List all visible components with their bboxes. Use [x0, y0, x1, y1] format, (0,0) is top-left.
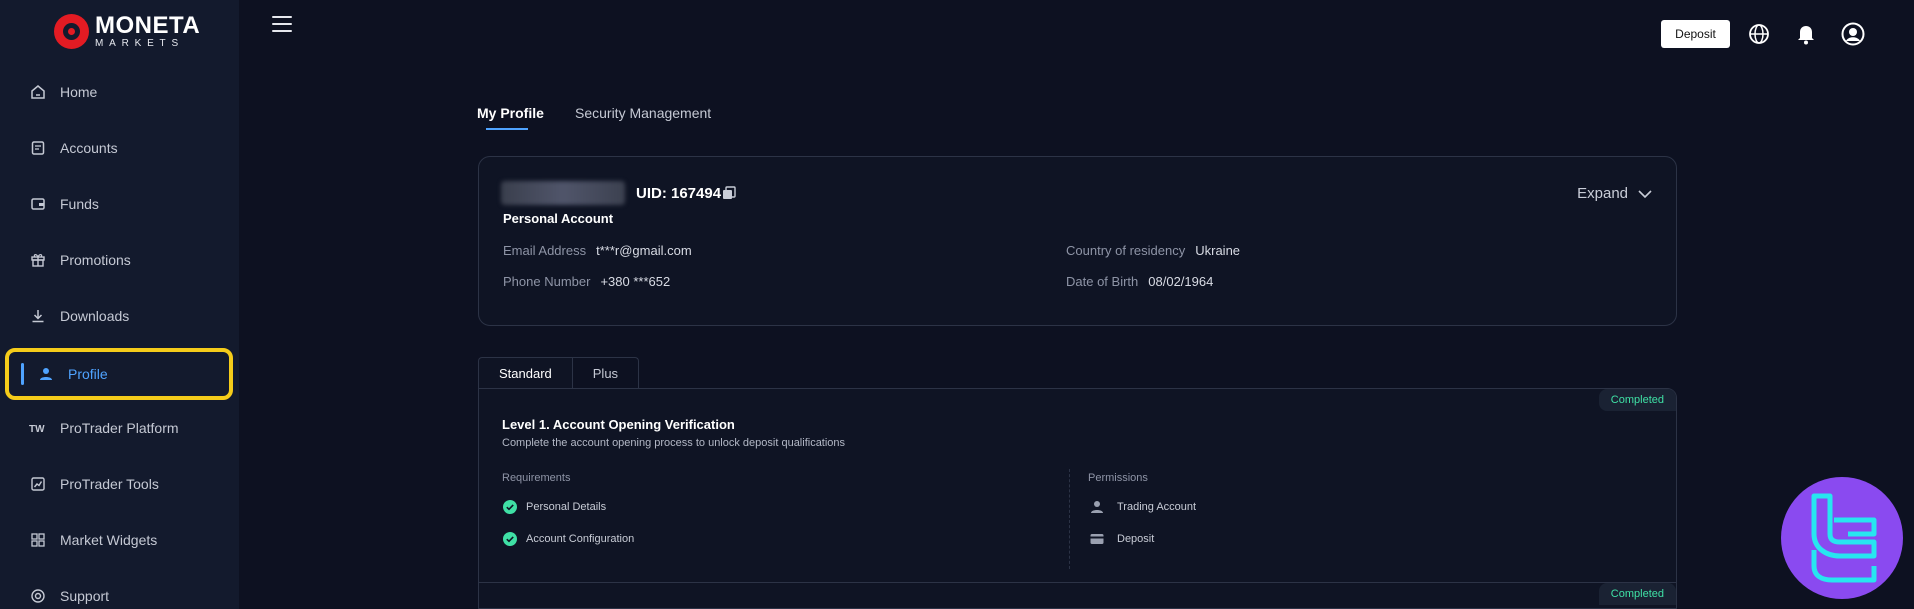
svg-text:TW: TW	[29, 424, 45, 435]
copy-icon[interactable]	[722, 186, 736, 205]
brand-name: MONETA	[95, 12, 201, 39]
check-circle-icon	[502, 499, 518, 515]
sidebar-item-label: Support	[60, 588, 110, 604]
chart-icon	[28, 474, 48, 494]
email-label: Email Address	[503, 243, 587, 258]
blurred-user-name	[501, 181, 625, 205]
sidebar-item-label: Promotions	[60, 252, 131, 268]
sidebar-item-support[interactable]: Support	[8, 574, 230, 609]
permissions-heading: Permissions	[1088, 472, 1148, 484]
menu-toggle-icon[interactable]	[272, 16, 292, 34]
uid-label: UID: 167494	[636, 185, 722, 202]
bell-icon[interactable]	[1794, 22, 1818, 46]
deposit-button[interactable]: Deposit	[1661, 20, 1730, 48]
country-label: Country of residency	[1066, 243, 1186, 258]
country-field: Country of residency Ukraine	[1066, 243, 1240, 258]
verification-panel: Completed Level 1. Account Opening Verif…	[478, 388, 1677, 609]
requirement-item: Personal Details	[502, 499, 606, 515]
sidebar-item-label: Funds	[60, 196, 99, 212]
user-icon	[36, 364, 56, 384]
sidebar-item-profile[interactable]: Profile	[5, 348, 233, 400]
account-type: Personal Account	[503, 211, 614, 226]
sidebar-item-label: Downloads	[60, 308, 130, 324]
email-value: t***r@gmail.com	[596, 243, 692, 258]
tab-security-management[interactable]: Security Management	[575, 105, 711, 121]
tab-standard[interactable]: Standard	[478, 357, 573, 389]
column-divider	[1069, 469, 1070, 569]
chevron-down-icon	[1638, 189, 1652, 198]
sidebar-item-home[interactable]: Home	[8, 70, 230, 114]
card-icon	[1089, 531, 1105, 547]
dob-label: Date of Birth	[1066, 274, 1139, 289]
status-badge: Completed	[1598, 389, 1676, 411]
sidebar-item-label: ProTrader Platform	[60, 420, 179, 436]
sidebar-item-label: ProTrader Tools	[60, 476, 159, 492]
sidebar-item-funds[interactable]: Funds	[8, 182, 230, 226]
sidebar-item-protrader-platform[interactable]: TW ProTrader Platform	[8, 406, 230, 450]
level-description: Complete the account opening process to …	[502, 437, 846, 449]
permission-item: Deposit	[1089, 531, 1154, 547]
sidebar: MONETA MARKETS Home Accounts Funds Promo…	[0, 0, 239, 609]
brand-sub: MARKETS	[95, 38, 184, 49]
moneta-logo[interactable]: MONETA MARKETS	[54, 14, 200, 49]
status-badge: Completed	[1598, 583, 1676, 605]
active-indicator	[21, 363, 24, 385]
watermark-logo	[1781, 477, 1903, 599]
check-circle-icon	[502, 531, 518, 547]
country-value: Ukraine	[1195, 243, 1241, 258]
permission-item: Trading Account	[1089, 499, 1196, 515]
avatar-icon[interactable]	[1841, 22, 1865, 46]
phone-field: Phone Number +380 ***652	[503, 274, 670, 289]
expand-label: Expand	[1577, 185, 1628, 202]
verification-tabs: Standard Plus	[478, 357, 640, 389]
moneta-logo-icon	[54, 14, 89, 49]
sidebar-item-label: Home	[60, 84, 98, 100]
sidebar-item-label: Market Widgets	[60, 532, 158, 548]
sidebar-item-promotions[interactable]: Promotions	[8, 238, 230, 282]
expand-button[interactable]: Expand	[1577, 185, 1652, 202]
sidebar-item-downloads[interactable]: Downloads	[8, 294, 230, 338]
accounts-icon	[28, 138, 48, 158]
level-title: Level 1. Account Opening Verification	[502, 417, 735, 432]
tab-my-profile[interactable]: My Profile	[477, 105, 544, 121]
download-icon	[28, 306, 48, 326]
email-field: Email Address t***r@gmail.com	[503, 243, 692, 258]
level-separator	[479, 582, 1676, 583]
user-icon	[1089, 499, 1105, 515]
dob-value: 08/02/1964	[1148, 274, 1214, 289]
phone-value: +380 ***652	[600, 274, 671, 289]
requirement-item: Account Configuration	[502, 531, 634, 547]
wallet-icon	[28, 194, 48, 214]
tab-plus[interactable]: Plus	[572, 357, 640, 389]
globe-icon[interactable]	[1747, 22, 1771, 46]
sidebar-item-protrader-tools[interactable]: ProTrader Tools	[8, 462, 230, 506]
requirements-heading: Requirements	[502, 472, 571, 484]
sidebar-item-label: Accounts	[60, 140, 118, 156]
sidebar-item-label: Profile	[68, 366, 108, 382]
gift-icon	[28, 250, 48, 270]
sidebar-item-market-widgets[interactable]: Market Widgets	[8, 518, 230, 562]
dob-field: Date of Birth 08/02/1964	[1066, 274, 1213, 289]
phone-label: Phone Number	[503, 274, 591, 289]
active-tab-underline	[486, 128, 528, 130]
support-icon	[28, 586, 48, 606]
widgets-icon	[28, 530, 48, 550]
home-icon	[28, 82, 48, 102]
protrader-icon: TW	[28, 418, 48, 438]
profile-card: UID: 167494 Personal Account Expand Emai…	[478, 156, 1677, 326]
sidebar-item-accounts[interactable]: Accounts	[8, 126, 230, 170]
